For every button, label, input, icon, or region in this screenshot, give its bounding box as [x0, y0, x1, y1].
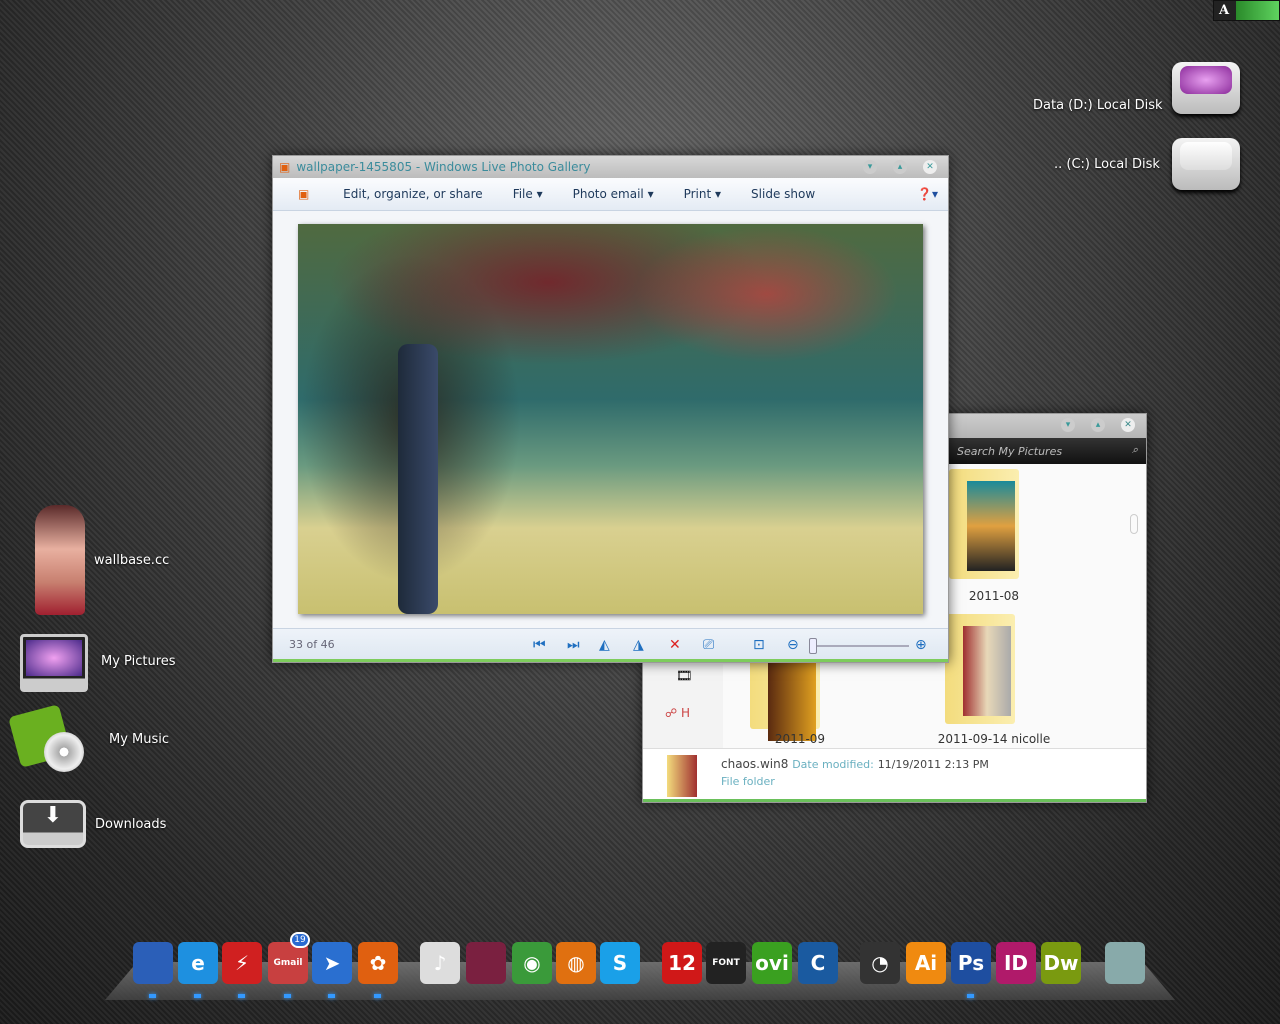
dock-picasa-icon[interactable]: ◔: [860, 942, 900, 984]
dock-illustrator-icon[interactable]: Ai: [906, 942, 946, 984]
downloads-icon[interactable]: ⬇: [20, 800, 86, 848]
videos-icon[interactable]: 🎞: [676, 669, 693, 684]
dock-font-book-icon[interactable]: FONT: [706, 942, 746, 984]
my-music-label[interactable]: My Music: [109, 732, 169, 747]
dock-bird-app-icon[interactable]: ➤: [312, 942, 352, 984]
dock-photoshop-icon[interactable]: Ps: [951, 942, 991, 984]
running-indicator: [284, 994, 291, 998]
running-indicator: [194, 994, 201, 998]
photo-view: [298, 224, 923, 614]
maximize-button[interactable]: ▴: [893, 160, 907, 174]
dock-photo-gallery-icon[interactable]: ✿: [358, 942, 398, 984]
rotate-right-icon[interactable]: ◮: [633, 637, 644, 653]
dock-mp3-icon[interactable]: ♪: [420, 942, 460, 984]
dock-indesign-icon[interactable]: ID: [996, 942, 1036, 984]
zoom-in-icon[interactable]: ⊕: [915, 637, 927, 653]
zoom-slider[interactable]: [809, 638, 909, 654]
drive-c-label[interactable]: .. (C:) Local Disk: [1054, 157, 1160, 172]
folder-label: 2011-09: [774, 732, 826, 746]
running-indicator: [149, 994, 156, 998]
dock-dreamweaver-icon[interactable]: Dw: [1041, 942, 1081, 984]
downloads-label[interactable]: Downloads: [95, 817, 166, 832]
details-date: 11/19/2011 2:13 PM: [877, 758, 989, 771]
dock-computer-icon[interactable]: [133, 942, 173, 984]
edit-organize-share-button[interactable]: ▣ Edit, organize, or share: [298, 187, 483, 201]
dock-skype-icon[interactable]: S: [600, 942, 640, 984]
running-indicator: [238, 994, 245, 998]
delete-icon[interactable]: ✕: [669, 637, 681, 653]
slideshow-icon[interactable]: ⎚: [703, 637, 714, 653]
drive-c-icon[interactable]: [1172, 138, 1240, 190]
wallbase-icon[interactable]: [35, 505, 85, 615]
maximize-button[interactable]: ▴: [1091, 418, 1105, 432]
dock-firefox-icon[interactable]: ◍: [556, 942, 596, 984]
dock-gmail-icon[interactable]: Gmail: [268, 942, 308, 984]
zoom-slider-thumb[interactable]: [809, 638, 817, 654]
toolbar: ▣ Edit, organize, or share File ▾ Photo …: [273, 178, 948, 211]
dock-flashget-icon[interactable]: ⚡: [222, 942, 262, 984]
navigation-bar: 33 of 46 ⏮ ⏭ ◭ ◮ ✕ ⎚ ⊡ ⊖ ⊕: [273, 628, 948, 662]
minimize-button[interactable]: ▾: [1061, 418, 1075, 432]
dock-internet-explorer-icon[interactable]: e: [178, 942, 218, 984]
minimize-button[interactable]: ▾: [863, 160, 877, 174]
zoom-out-icon[interactable]: ⊖: [787, 637, 799, 653]
dock-recycle-bin-icon[interactable]: [1105, 942, 1145, 984]
scrollbar-thumb[interactable]: [1130, 514, 1138, 534]
dock-photo-frame-icon[interactable]: [466, 942, 506, 984]
photo-counter: 33 of 46: [289, 638, 335, 651]
details-type: File folder: [721, 775, 775, 788]
previous-icon[interactable]: ⏮: [533, 637, 546, 653]
my-pictures-label[interactable]: My Pictures: [101, 654, 176, 669]
homegroup-item[interactable]: ☍ H: [665, 706, 690, 720]
gmail-badge: 19: [290, 932, 310, 948]
drive-d-label[interactable]: Data (D:) Local Disk: [1033, 98, 1163, 113]
running-indicator: [374, 994, 381, 998]
next-icon[interactable]: ⏭: [567, 637, 580, 653]
print-menu[interactable]: Print ▾: [684, 187, 721, 201]
photo-tree: [398, 344, 438, 614]
search-icon: ⌕: [1131, 443, 1138, 456]
drive-d-icon[interactable]: [1172, 62, 1240, 114]
window-title: wallpaper-1455805 - Windows Live Photo G…: [296, 160, 591, 174]
dock-ovi-icon[interactable]: ovi: [752, 942, 792, 984]
details-pane: chaos.win8 Date modified: 11/19/2011 2:1…: [643, 748, 1146, 802]
wallbase-label[interactable]: wallbase.cc: [94, 553, 169, 568]
file-menu[interactable]: File ▾: [513, 187, 543, 201]
photo-gallery-window: ▣ wallpaper-1455805 - Windows Live Photo…: [272, 155, 949, 663]
close-button[interactable]: ✕: [923, 160, 937, 174]
actual-size-icon[interactable]: ⊡: [753, 637, 765, 653]
rotate-left-icon[interactable]: ◭: [599, 637, 610, 653]
dock-ccleaner-icon[interactable]: C: [798, 942, 838, 984]
folder-thumbnail: [667, 755, 697, 797]
tray-indicator[interactable]: A: [1213, 0, 1280, 21]
help-icon[interactable]: ❓▾: [917, 187, 938, 201]
running-indicator: [967, 994, 974, 998]
my-music-icon[interactable]: [8, 704, 92, 772]
slide-show-button[interactable]: Slide show: [751, 187, 815, 201]
dock-calendar-icon[interactable]: 12: [662, 942, 702, 984]
dock-chrome-icon[interactable]: ◉: [512, 942, 552, 984]
search-input[interactable]: Search My Pictures ⌕: [949, 438, 1146, 464]
details-name: chaos.win8: [721, 757, 789, 771]
photo-email-menu[interactable]: Photo email ▾: [573, 187, 654, 201]
photo-gallery-titlebar[interactable]: ▣ wallpaper-1455805 - Windows Live Photo…: [273, 156, 948, 178]
nav-pane: 🎞 ☍ H: [643, 664, 723, 749]
folder-2011-09-14-nicolle[interactable]: [945, 614, 1015, 724]
running-indicator: [328, 994, 335, 998]
folder-label: 2011-09-14 nicolle: [937, 732, 1051, 746]
details-date-label: Date modified:: [792, 758, 874, 771]
close-button[interactable]: ✕: [1121, 418, 1135, 432]
app-icon: ▣: [279, 160, 291, 174]
my-pictures-icon[interactable]: [20, 634, 88, 692]
folder-2011-08[interactable]: [949, 469, 1019, 579]
